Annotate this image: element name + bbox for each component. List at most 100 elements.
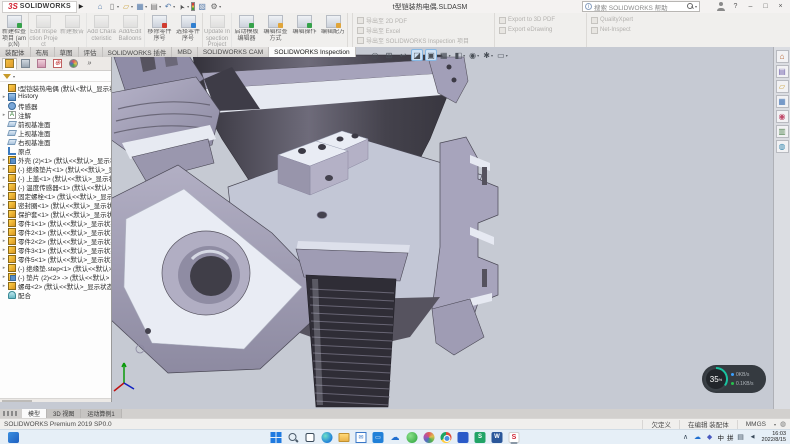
export-command[interactable]: QualityXpert — [591, 15, 652, 25]
taskbar-button[interactable] — [506, 430, 523, 444]
task-view-icon[interactable] — [306, 433, 315, 442]
green-sheet-app-icon[interactable] — [475, 432, 486, 443]
taskbar-button[interactable] — [387, 430, 404, 444]
usage-percent-ring[interactable]: 35% — [704, 367, 728, 391]
tree-item[interactable]: 前视基准面 — [0, 119, 111, 128]
edge-icon[interactable] — [322, 432, 333, 443]
select-icon[interactable] — [177, 2, 187, 12]
document-tab[interactable]: 模型 — [22, 409, 47, 418]
expand-arrow[interactable] — [0, 220, 8, 226]
file-explorer-icon[interactable] — [339, 433, 350, 442]
export-command[interactable]: Export eDrawing — [499, 25, 582, 35]
forum-icon[interactable] — [776, 140, 789, 153]
touch-keyboard-icon[interactable] — [736, 431, 746, 443]
ribbon-tab[interactable]: SOLIDWORKS CAM — [198, 47, 269, 57]
panel-tab[interactable] — [66, 58, 81, 70]
file-explorer-icon[interactable] — [776, 80, 789, 93]
ribbon-button[interactable]: 编辑检查方式 — [261, 13, 290, 47]
ribbon-tab[interactable]: SOLIDWORKS Inspection — [269, 47, 356, 57]
tree-item[interactable]: 右视基准面 — [0, 137, 111, 146]
taskbar-button[interactable] — [268, 430, 285, 444]
search-icon[interactable] — [687, 3, 694, 10]
store-icon[interactable] — [373, 432, 384, 443]
expand-arrow[interactable] — [0, 157, 8, 163]
annotation-visibility-icon[interactable] — [425, 49, 437, 61]
green-app-icon[interactable] — [407, 432, 418, 443]
notebook-app-icon[interactable] — [458, 432, 469, 443]
ribbon-button[interactable]: Add/Edit Balloons — [116, 13, 145, 47]
scrollbar-thumb[interactable] — [2, 400, 32, 402]
expand-arrow[interactable] — [0, 211, 8, 217]
start-icon[interactable] — [271, 432, 276, 437]
previous-view-icon[interactable] — [397, 49, 409, 61]
status-segment[interactable]: MMGS — [737, 420, 774, 429]
quick-access-button[interactable] — [191, 2, 195, 11]
section-view-icon[interactable] — [411, 49, 423, 61]
print-icon[interactable] — [149, 2, 159, 12]
quick-access-button[interactable] — [149, 2, 161, 12]
search-caret-icon[interactable] — [695, 4, 697, 9]
taskbar-button[interactable] — [472, 430, 489, 444]
dropdown-caret-icon[interactable] — [131, 4, 133, 9]
taskbar-button[interactable] — [404, 430, 421, 444]
dropdown-caret-icon[interactable] — [117, 4, 119, 9]
design-library-icon[interactable] — [776, 65, 789, 78]
globe-icon[interactable] — [776, 420, 790, 428]
filter-icon[interactable] — [3, 74, 11, 79]
appearances-icon[interactable] — [776, 110, 789, 123]
save-icon[interactable] — [135, 2, 145, 12]
display-style-icon[interactable] — [454, 49, 467, 61]
panel-tab[interactable] — [34, 58, 49, 70]
close-icon[interactable]: × — [773, 1, 788, 12]
search-input[interactable]: 搜索 SOLIDWORKS 帮助 — [594, 2, 687, 12]
photos-icon[interactable] — [424, 432, 435, 443]
ribbon-tab[interactable]: 布局 — [31, 47, 55, 57]
ribbon-button[interactable]: 启动模板编辑器 — [232, 13, 261, 47]
tree-item[interactable]: 上视基准面 — [0, 128, 111, 137]
options-icon[interactable] — [209, 2, 219, 12]
tree-item[interactable]: 配合 — [0, 290, 111, 299]
ribbon-tab[interactable]: SOLIDWORKS 插件 — [103, 47, 173, 57]
quick-access-button[interactable] — [135, 2, 147, 12]
file-properties-icon[interactable] — [197, 2, 207, 12]
onedrive-icon[interactable] — [390, 432, 401, 443]
ribbon-button[interactable]: 新建报告 — [58, 13, 87, 47]
expand-arrow[interactable] — [0, 265, 8, 271]
solidworks-taskbar-icon[interactable] — [509, 432, 520, 443]
solidworks-logo[interactable]: 3S SOLIDWORKS — [2, 1, 77, 13]
widgets-icon[interactable] — [8, 432, 19, 443]
taskbar-button[interactable] — [285, 430, 302, 444]
quick-access-button[interactable] — [95, 2, 105, 12]
taskbar-button[interactable] — [438, 430, 455, 444]
dropdown-caret-icon[interactable] — [173, 4, 175, 9]
export-command[interactable]: 导出至 Excel — [357, 25, 490, 35]
zoom-area-icon[interactable] — [383, 49, 395, 61]
panel-scrollbar[interactable] — [0, 398, 111, 402]
volume-icon[interactable] — [748, 431, 758, 443]
taskbar-button[interactable] — [319, 430, 336, 444]
expand-arrow[interactable] — [0, 202, 8, 208]
tree-item[interactable]: 螺母<2> (默认<<默认>_显示状态 — [0, 281, 111, 290]
panel-tab[interactable] — [18, 58, 33, 70]
quick-access-button[interactable] — [121, 2, 133, 12]
model-canvas[interactable] — [110, 47, 774, 409]
speed-ball-widget[interactable]: 35% 0KB/s 0.1KB/s — [702, 365, 766, 393]
expand-arrow[interactable] — [0, 247, 8, 253]
ribbon-tab[interactable]: 装配体 — [0, 47, 31, 57]
panel-tab[interactable] — [50, 58, 65, 70]
undo-icon[interactable] — [163, 2, 173, 12]
expand-arrow[interactable] — [0, 166, 8, 172]
cloud-tray-icon[interactable] — [693, 431, 703, 443]
panel-tab[interactable] — [82, 58, 97, 70]
ribbon-button[interactable]: 新建检查项目 (amp;N) — [0, 13, 29, 47]
tree-item[interactable]: 传感器 — [0, 101, 111, 110]
edit-appearance-icon[interactable] — [482, 49, 494, 61]
mail-icon[interactable] — [356, 432, 367, 443]
tree-item[interactable]: 注解 — [0, 110, 111, 119]
ribbon-button[interactable]: 编辑配方 — [319, 13, 348, 47]
help-search-box[interactable]: 搜索 SOLIDWORKS 帮助 — [582, 1, 700, 12]
taskbar-button[interactable] — [370, 430, 387, 444]
rebuild-icon[interactable] — [191, 2, 195, 11]
document-tab[interactable]: 运动算例1 — [81, 409, 121, 418]
ribbon-button[interactable]: 选择零件序号 — [174, 13, 203, 47]
